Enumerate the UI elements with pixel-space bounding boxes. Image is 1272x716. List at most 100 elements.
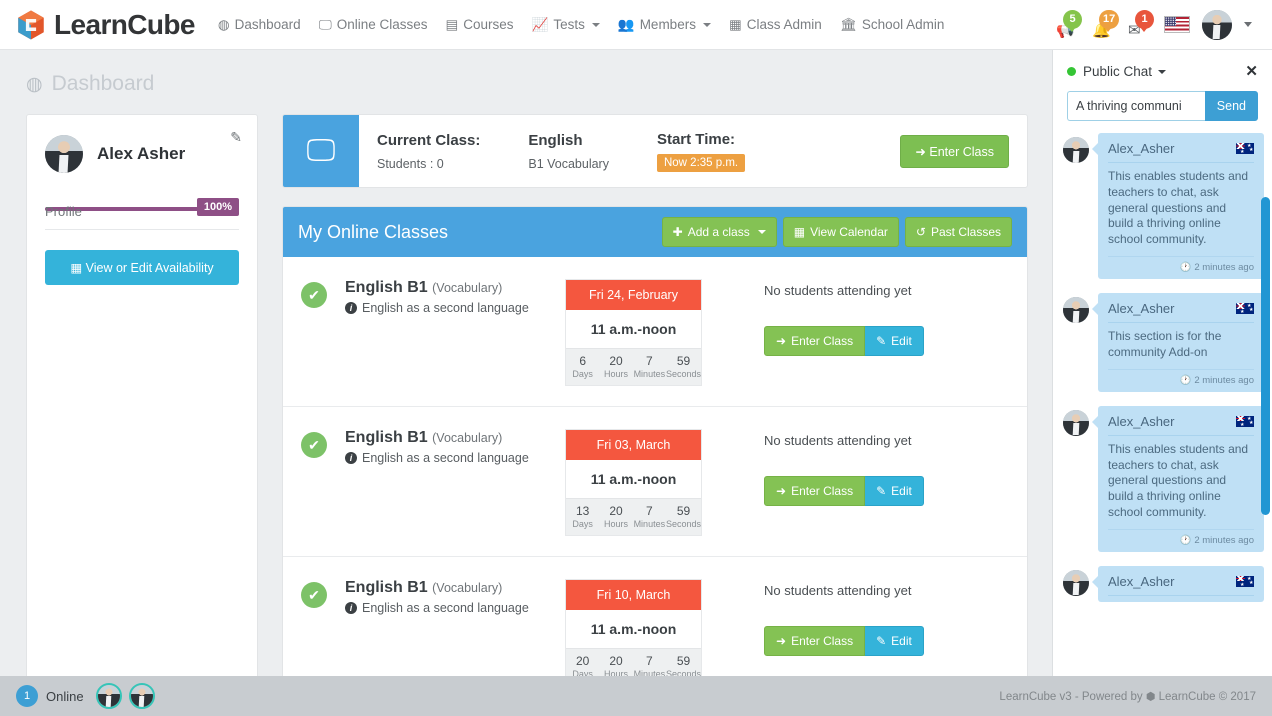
nav-item-school-admin[interactable]: 🏛 School Admin bbox=[831, 11, 954, 39]
book-icon: ▤ bbox=[445, 16, 459, 32]
chat-bubble-header: Alex_Asher ★ ★ ★ bbox=[1108, 414, 1254, 436]
past-classes-button[interactable]: ↺ Past Classes bbox=[904, 217, 1012, 247]
chat-bubble-header: Alex_Asher ★ ★ ★ bbox=[1108, 141, 1254, 163]
nav-item-online-classes[interactable]: 🖵 Online Classes bbox=[310, 11, 437, 39]
edit-profile-icon[interactable]: ✎ bbox=[230, 129, 242, 146]
nav-item-dashboard[interactable]: ◍ Dashboard bbox=[209, 11, 310, 39]
class-level: (Vocabulary) bbox=[432, 431, 503, 445]
countdown-label: Hours bbox=[603, 519, 628, 529]
class-info: English B1 (Vocabulary) i English as a s… bbox=[345, 279, 565, 315]
union-jack bbox=[1236, 415, 1245, 422]
countdown-label: Hours bbox=[603, 369, 628, 379]
countdown-minutes: 7 Minutes bbox=[633, 504, 666, 529]
enter-class-button[interactable]: ➜ Enter Class bbox=[764, 326, 866, 356]
union-jack bbox=[1236, 143, 1245, 149]
enter-arrow-icon: ➜ bbox=[915, 144, 926, 159]
attendance-status: No students attending yet bbox=[764, 583, 912, 598]
countdown-label: Hours bbox=[603, 669, 628, 676]
edit-pencil-icon: ✎ bbox=[876, 634, 887, 648]
online-user-avatar[interactable] bbox=[128, 683, 155, 709]
nav-item-members[interactable]: 👥 Members bbox=[609, 11, 720, 39]
edit-label: Edit bbox=[891, 484, 912, 498]
star-icon: ★ bbox=[1240, 581, 1245, 587]
class-actions: No students attending yet ➜ Enter Class … bbox=[764, 429, 924, 506]
class-description-text: English as a second language bbox=[362, 451, 529, 465]
nav-label: School Admin bbox=[861, 17, 945, 32]
profile-header: Alex Asher bbox=[45, 135, 239, 173]
calendar-icon: ▦ bbox=[793, 225, 806, 239]
countdown-hours: 20 Hours bbox=[599, 354, 632, 379]
star-icon: ★ bbox=[1249, 579, 1254, 586]
language-flag-icon[interactable] bbox=[1164, 16, 1190, 33]
table-row: ✔ English B1 (Vocabulary) i English as a… bbox=[283, 557, 1027, 676]
calendar-icon: ▦ bbox=[70, 261, 83, 275]
class-schedule-box: Fri 24, February 11 a.m.-noon 6 Days 20 … bbox=[565, 279, 702, 386]
table-row: ✔ English B1 (Vocabulary) i English as a… bbox=[283, 407, 1027, 557]
footer-copyright: LearnCube v3 - Powered by ⬢ LearnCube © … bbox=[999, 690, 1256, 703]
chat-header: Public Chat ✕ bbox=[1053, 50, 1272, 87]
chat-bubble: Alex_Asher ★ ★ ★ This section is for the… bbox=[1092, 293, 1264, 392]
messages-button[interactable]: ✉ 1 bbox=[1128, 9, 1154, 38]
class-description: i English as a second language bbox=[345, 301, 565, 315]
announcements-button[interactable]: 📢 5 bbox=[1056, 9, 1082, 38]
countdown-days: 20 Days bbox=[566, 654, 599, 676]
send-message-button[interactable]: Send bbox=[1204, 91, 1258, 121]
dashboard-speedometer-icon: ◍ bbox=[26, 73, 43, 95]
enter-class-button[interactable]: ➜ Enter Class bbox=[764, 626, 866, 656]
start-time-label: Start Time: bbox=[656, 130, 736, 148]
countdown-minutes: 7 Minutes bbox=[633, 354, 666, 379]
availability-label: View or Edit Availability bbox=[85, 261, 214, 275]
nav-item-tests[interactable]: 📈 Tests bbox=[523, 11, 609, 39]
nav-label: Dashboard bbox=[234, 17, 301, 32]
footer-bar: 1 Online LearnCube v3 - Powered by ⬢ Lea… bbox=[0, 676, 1272, 716]
nav-item-courses[interactable]: ▤ Courses bbox=[437, 11, 523, 39]
chat-chevron-down-icon[interactable] bbox=[1158, 69, 1167, 74]
enter-class-label: Enter Class bbox=[791, 484, 854, 498]
profile-avatar[interactable] bbox=[45, 135, 83, 173]
nav-label: Members bbox=[639, 17, 696, 32]
countdown-seconds: 59 Seconds bbox=[666, 504, 701, 529]
view-calendar-button[interactable]: ▦ View Calendar bbox=[782, 217, 899, 247]
nav-item-class-admin[interactable]: ▦ Class Admin bbox=[720, 11, 831, 39]
check-circle-icon: ✔ bbox=[301, 582, 327, 608]
class-level: (Vocabulary) bbox=[432, 281, 503, 295]
current-class-subject: English bbox=[528, 131, 583, 149]
user-avatar[interactable] bbox=[1202, 9, 1232, 40]
chat-title: Public Chat bbox=[1083, 64, 1153, 79]
star-icon: ★ bbox=[1249, 147, 1254, 153]
enter-class-button[interactable]: ➜ Enter Class bbox=[764, 476, 866, 506]
countdown-value: 59 bbox=[676, 354, 691, 368]
chat-scrollbar[interactable] bbox=[1261, 197, 1270, 515]
countdown-label: Seconds bbox=[665, 669, 702, 676]
add-a-class-button[interactable]: ✚ Add a class bbox=[661, 217, 777, 247]
close-icon[interactable]: ✕ bbox=[1245, 64, 1258, 79]
monitor-icon: 🖵 bbox=[283, 115, 359, 187]
countdown-label: Minutes bbox=[633, 669, 666, 676]
list-item: Alex_Asher ★ ★ ★ This section is for the… bbox=[1063, 293, 1264, 392]
edit-class-button[interactable]: ✎ Edit bbox=[865, 326, 924, 356]
progress-label: Profile bbox=[45, 204, 82, 219]
countdown-value: 59 bbox=[676, 504, 691, 518]
chat-time-text: 2 minutes ago bbox=[1194, 374, 1254, 386]
current-class-panel: 🖵 Current Class: Students : 0 English B1… bbox=[282, 114, 1028, 188]
brand-logo-link[interactable]: LearnCube bbox=[14, 8, 195, 42]
countdown-timer: 20 Days 20 Hours 7 Minutes 59 Seconds bbox=[566, 648, 701, 676]
chat-bubble: Alex_Asher ★ ★ ★ This enables students a… bbox=[1092, 405, 1264, 552]
alerts-button[interactable]: 🔔 17 bbox=[1092, 9, 1120, 38]
enter-class-button[interactable]: ➜ Enter Class bbox=[900, 134, 1009, 168]
edit-label: Edit bbox=[891, 634, 912, 648]
current-class-subject-group: English B1 Vocabulary bbox=[528, 132, 609, 171]
user-menu-chevron-down-icon[interactable] bbox=[1244, 22, 1252, 27]
edit-class-button[interactable]: ✎ Edit bbox=[865, 626, 924, 656]
check-circle-icon: ✔ bbox=[301, 432, 327, 458]
info-icon: i bbox=[345, 602, 357, 614]
footer-brand-text: LearnCube © 2017 bbox=[1158, 690, 1256, 703]
view-edit-availability-button[interactable]: ▦ View or Edit Availability bbox=[45, 250, 239, 285]
online-user-avatar[interactable] bbox=[95, 683, 122, 709]
chat-timestamp: 🕐 2 minutes ago bbox=[1108, 368, 1254, 386]
chat-message-input[interactable] bbox=[1067, 91, 1205, 121]
edit-class-button[interactable]: ✎ Edit bbox=[865, 476, 924, 506]
countdown-minutes: 7 Minutes bbox=[633, 654, 666, 676]
add-class-label: Add a class bbox=[687, 225, 750, 239]
profile-name: Alex Asher bbox=[97, 144, 186, 163]
